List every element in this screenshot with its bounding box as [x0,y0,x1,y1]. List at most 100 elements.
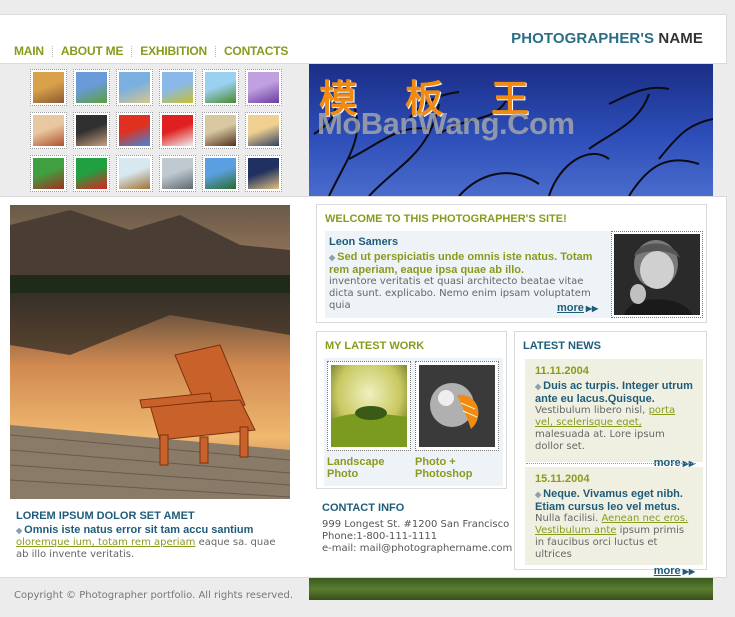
news-lead: ◆ Neque. Vivamus eget nibh. Etiam cursus … [535,488,695,513]
welcome-inner: Leon Samers ◆ Sed ut perspiciatis unde om… [325,231,703,318]
lorem-title: LOREM IPSUM DOLOR SET AMET [16,510,195,522]
main-nav: MAIN ABOUT ME EXHIBITION CONTACTS [14,44,288,58]
contact-info: 999 Longest St. #1200 San Francisco Phon… [322,519,512,555]
news-lead-text: Neque. Vivamus eget nibh. Etiam cursus l… [535,488,683,513]
thumb-image [119,72,150,103]
petals-thumb[interactable] [159,112,196,149]
news-lead-text: Duis ac turpis. Integer utrum ante eu la… [535,380,693,405]
hay-thumb[interactable] [116,155,153,192]
flower-thumb[interactable] [245,69,282,106]
thumb-image [33,115,64,146]
brand-part2: NAME [658,30,703,47]
girl-thumb[interactable] [30,112,67,149]
banner-watermark: MoBanWang.Com [317,106,575,141]
lorem-body: oloremque ium, totam rem aperiam eaque s… [16,537,284,561]
thumbnail-gallery [30,69,282,192]
diamond-bullet-icon: ◆ [16,526,23,535]
lorem-lead: ◆ Omnis iste natus error sit tam accu san… [16,524,253,536]
double-arrow-icon: ▶▶ [682,567,695,576]
thumb-image [119,158,150,189]
photoshop-thumb [415,361,499,451]
news-item: 11.11.2004 ◆ Duis ac turpis. Integer utru… [525,359,703,469]
thumb-image [162,72,193,103]
work-item-photoshop[interactable]: Photo + Photoshop [415,361,499,480]
balloons-thumb[interactable] [116,112,153,149]
grass-strip-image [309,578,713,600]
latest-work-inner: Landscape Photo Photo + Photoshop [324,358,503,486]
brand-part1: PHOTOGRAPHER'S [511,30,655,47]
chair-thumb[interactable] [30,69,67,106]
shells-thumb[interactable] [202,112,239,149]
welcome-box: WELCOME TO THIS PHOTOGRAPHER'S SITE! Leo… [316,204,707,323]
latest-work-title: MY LATEST WORK [325,340,425,352]
landscape-thumb [327,361,411,451]
sunset-thumb[interactable] [245,112,282,149]
thumb-image [76,72,107,103]
hill-thumb[interactable] [202,69,239,106]
thumb-image [76,115,107,146]
meadow-thumb[interactable] [159,69,196,106]
thumb-image [205,115,236,146]
contact-email: e-mail: mail@photographername.com [322,543,513,554]
thumb-image [248,115,279,146]
news-more-row: more ▶▶ [535,565,695,577]
thumb-image [248,158,279,189]
site-brand[interactable]: PHOTOGRAPHER'S NAME [511,30,703,47]
latest-work-box: MY LATEST WORK Landscape Photo Photo + P… [316,331,507,489]
footer-copyright: Copyright © Photographer portfolio. All … [14,590,294,601]
church-thumb[interactable] [159,155,196,192]
welcome-lead: ◆ Sed ut perspiciatis unde omnis iste nat… [329,251,609,276]
woman-thumb[interactable] [73,112,110,149]
ornaments-thumb[interactable] [73,155,110,192]
photographer-portrait [611,231,703,318]
welcome-more-link[interactable]: more ▶▶ [557,302,598,314]
diamond-bullet-icon: ◆ [329,253,336,262]
hero-lake-chair-image [10,205,290,499]
banner-image: 模板王 MoBanWang.Com [309,64,713,196]
thumb-image [248,72,279,103]
thumb-image [76,158,107,189]
thumb-image [205,72,236,103]
moon-thumb[interactable] [245,155,282,192]
lorem-link[interactable]: oloremque ium, totam rem aperiam [16,537,195,548]
more-label: more [653,565,681,577]
news-body-pre: Vestibulum libero nisl, [535,405,649,416]
work-item-landscape[interactable]: Landscape Photo [327,361,411,480]
landscape-caption: Landscape Photo [327,456,385,480]
nav-main[interactable]: MAIN [14,44,44,58]
thumb-image [162,158,193,189]
news-body-pre: Nulla facilisi. [535,513,602,524]
nav-separator [51,45,53,57]
news-date: 15.11.2004 [535,473,590,485]
news-lead: ◆ Duis ac turpis. Integer utrum ante eu l… [535,380,695,405]
nav-about-me[interactable]: ABOUT ME [61,44,124,58]
diamond-bullet-icon: ◆ [535,490,542,499]
welcome-title: WELCOME TO THIS PHOTOGRAPHER'S SITE! [325,213,567,225]
lorem-lead-text: Omnis iste natus error sit tam accu sant… [24,524,254,536]
thumb-image [162,115,193,146]
photographer-name: Leon Samers [329,236,399,248]
double-arrow-icon: ▶▶ [585,304,599,313]
palm-thumb[interactable] [202,155,239,192]
news-more-link[interactable]: more ▶▶ [654,565,695,577]
thumb-image [33,158,64,189]
more-label: more [557,302,584,314]
news-date: 11.11.2004 [535,365,589,377]
pinecone-thumb[interactable] [30,155,67,192]
news-body: Nulla facilisi. Aenean nec eros. Vestibu… [535,513,695,561]
welcome-lead-text: Sed ut perspiciatis unde omnis iste natu… [329,251,593,276]
nav-exhibition[interactable]: EXHIBITION [140,44,207,58]
thumb-image [33,72,64,103]
contact-address: 999 Longest St. #1200 San Francisco [322,519,510,530]
nav-separator [214,45,216,57]
beach-thumb[interactable] [116,69,153,106]
diamond-bullet-icon: ◆ [535,382,542,391]
thumb-image [205,158,236,189]
latest-news-box: LATEST NEWS 11.11.2004 ◆ Duis ac turpis. … [514,331,707,577]
contact-phone: Phone:1-800-111-1111 [322,531,438,542]
nav-contacts[interactable]: CONTACTS [224,44,288,58]
photoshop-caption: Photo + Photoshop [415,456,473,480]
news-body: Vestibulum libero nisl, porta vel, scele… [535,405,695,453]
field-thumb[interactable] [73,69,110,106]
contact-title: CONTACT INFO [322,502,405,514]
